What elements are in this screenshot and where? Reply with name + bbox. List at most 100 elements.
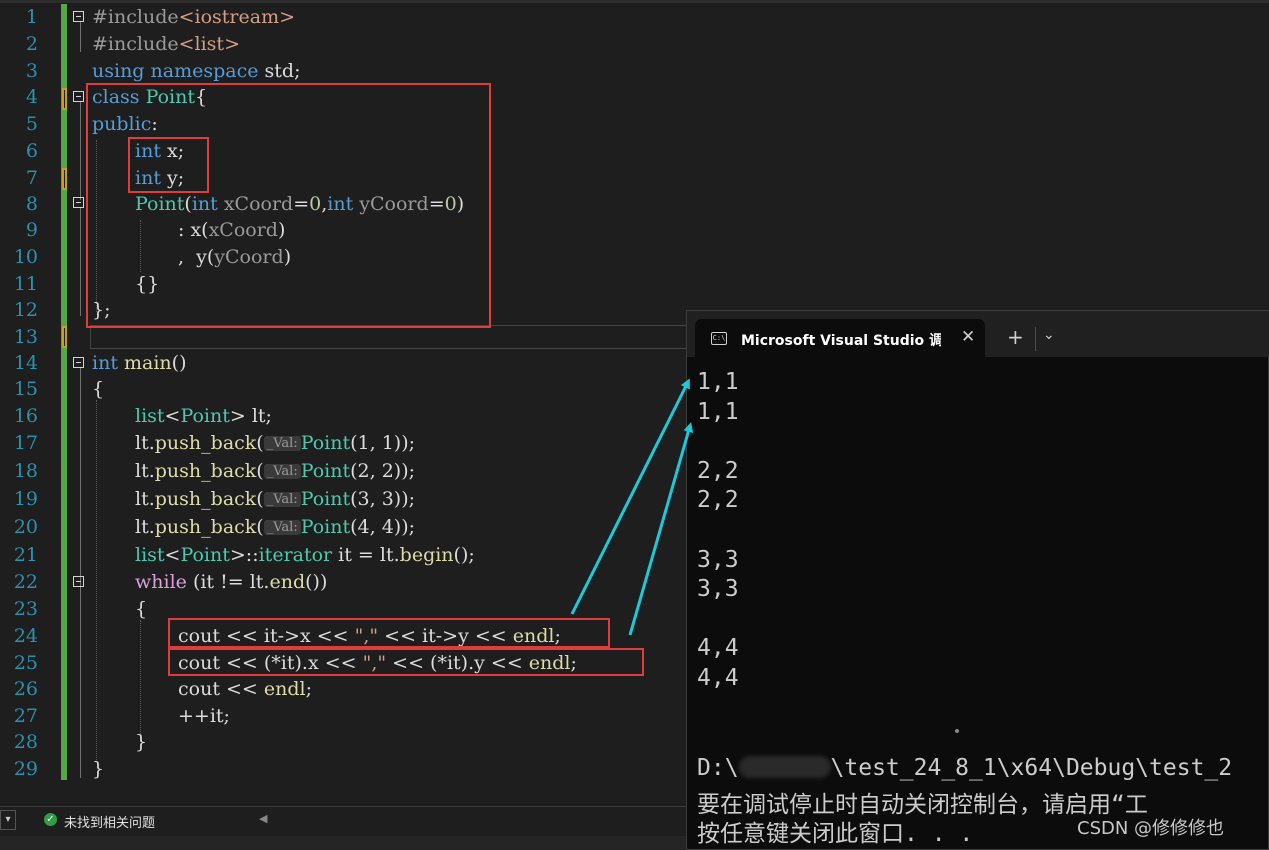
type-name: list [135,405,165,427]
code-line-20[interactable]: lt.push_back(_Val: Point(4, 4)); [135,514,415,541]
unsaved-change-marker [62,168,67,190]
code-text: (2, 2)); [350,460,416,482]
output-line: 2,2 [697,487,739,514]
code-text: } [92,758,105,780]
code-line-16[interactable]: list<Point> lt; [135,403,272,429]
code-line-17[interactable]: lt.push_back(_Val: Point(1, 1)); [135,430,415,457]
code-line-19[interactable]: lt.push_back(_Val: Point(3, 3)); [135,486,415,513]
parameter-hint: _Val: [263,520,301,535]
line-number: 16 [13,405,38,427]
arrow-access-annotation-box [168,618,610,648]
members-annotation-box [128,137,209,193]
output-line: 4,4 [697,665,739,691]
code-text: ()) [305,571,328,593]
code-text: () [171,352,187,374]
line-number: 26 [13,678,38,700]
function-name: push_back [154,516,257,538]
current-line-highlight [90,325,690,349]
scroll-left-icon[interactable]: ◀ [259,812,267,825]
line-number: 10 [13,246,38,268]
terminal-tab[interactable]: C:\ Microsoft Visual Studio 调试控制台 ✕ [695,319,985,357]
horizontal-scrollbar[interactable] [0,836,690,850]
close-icon[interactable]: ✕ [961,327,975,347]
code-line-2[interactable]: #include<list> [92,31,240,57]
code-text: lt. [135,432,155,454]
console-icon: C:\ [711,332,727,345]
editor-top-border [0,0,1269,3]
line-number: 19 [13,488,38,510]
code-text: (); [453,544,475,566]
code-line-1[interactable]: #include<iostream> [92,4,295,30]
code-line-15[interactable]: { [92,376,104,402]
line-number: 18 [13,460,38,482]
tab-separator [1035,327,1036,351]
code-line-23[interactable]: { [135,596,147,622]
terminal-tab-strip: C:\ Microsoft Visual Studio 调试控制台 ✕ + ⌄ [687,311,1269,357]
code-text: > [229,405,246,427]
exe-path-line: D:\ \test_24_8_1\x64\Debug\test_2 [697,755,1232,781]
new-tab-button[interactable]: + [1007,325,1024,349]
keyword: using [92,60,145,82]
code-text: < [164,544,181,566]
code-line-21[interactable]: list<Point>::iterator it = lt.begin(); [135,542,475,568]
collapse-region-icon[interactable] [73,357,84,368]
function-name: push_back [154,460,257,482]
function-name: push_back [154,432,257,454]
code-text: cout << [178,678,264,700]
code-line-14[interactable]: int main() [92,350,187,376]
tab-title: Microsoft Visual Studio 调试控制台 [741,333,941,349]
code-text: lt; [245,405,272,427]
line-number: 29 [13,758,38,780]
code-line-29[interactable]: } [92,756,104,782]
code-text: ++it; [178,705,230,727]
function-name: endl [263,678,306,700]
code-line-26[interactable]: cout << endl; [178,676,312,702]
line-number: 24 [13,625,38,647]
collapse-region-icon[interactable] [73,91,84,102]
zoom-dropdown[interactable]: ▾ [0,810,16,830]
code-line-18[interactable]: lt.push_back(_Val: Point(2, 2)); [135,458,415,485]
type-name: Point [300,460,351,482]
code-text: { [92,378,105,400]
code-text: (it != lt. [186,571,270,593]
indent-guide [96,400,98,760]
type-name: list [135,544,165,566]
unsaved-change-marker [62,88,67,110]
code-line-27[interactable]: ++it; [178,703,230,729]
code-text: ; [305,678,313,700]
code-text: ( [256,432,264,454]
line-number: 22 [13,571,38,593]
code-text: } [135,731,148,753]
fold-guide-line [80,22,81,52]
path-suffix: \test_24_8_1\x64\Debug\test_2 [830,755,1233,781]
code-text: lt. [135,516,155,538]
code-text: ( [256,460,264,482]
output-line: 4,4 [697,635,739,662]
collapse-region-icon[interactable] [73,197,84,208]
line-number: 11 [13,273,38,295]
line-number: 9 [25,219,38,241]
line-number: 7 [25,167,38,189]
issues-status[interactable]: 未找到相关问题 [64,812,155,831]
collapse-region-icon[interactable] [73,576,84,587]
function-name: push_back [154,488,257,510]
chevron-down-icon[interactable]: ⌄ [1043,327,1055,343]
line-number: 15 [13,378,38,400]
code-line-3[interactable]: using namespace std; [92,58,300,84]
line-number: 23 [13,598,38,620]
line-number: 5 [25,113,38,135]
line-number: 6 [25,140,38,162]
code-line-22[interactable]: while (it != lt.end()) [135,569,327,595]
code-line-28[interactable]: } [135,729,147,755]
press-key-message: 按任意键关闭此窗口. . . [697,821,974,847]
preprocessor-directive: #include [92,6,179,28]
code-text: (1, 1)); [350,432,416,454]
code-text: lt. [135,488,155,510]
parameter-hint: _Val: [263,464,301,479]
line-number: 1 [25,6,38,28]
include-header: <list> [178,33,240,55]
debug-console-window[interactable]: C:\ Microsoft Visual Studio 调试控制台 ✕ + ⌄ … [686,310,1269,850]
code-text: lt. [135,460,155,482]
collapse-region-icon[interactable] [73,11,84,22]
deref-access-annotation-box [168,648,644,676]
